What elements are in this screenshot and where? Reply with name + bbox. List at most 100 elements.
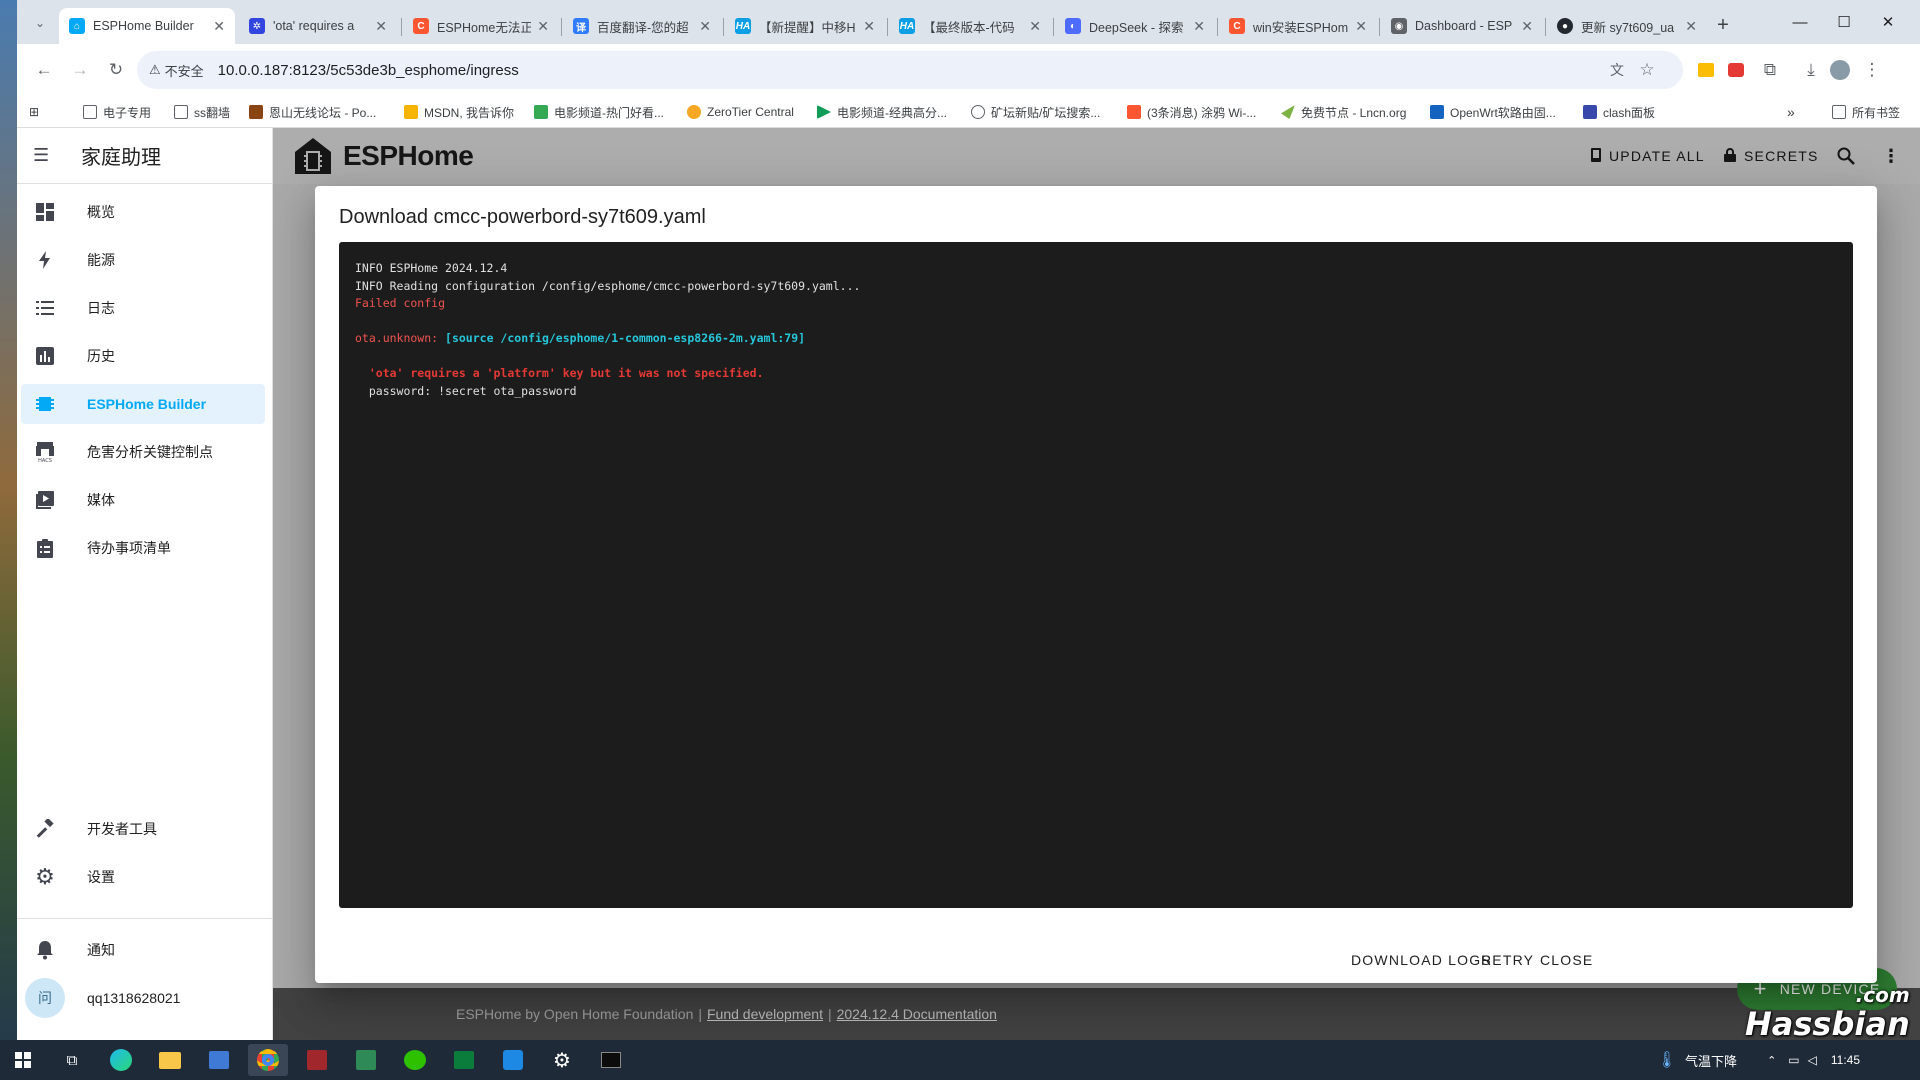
minimize-button[interactable]: — [1778, 8, 1822, 36]
tray-chevron-icon[interactable]: ⌃ [1767, 1054, 1776, 1067]
file-explorer-icon[interactable] [150, 1044, 190, 1076]
edge-browser-icon[interactable] [101, 1044, 141, 1076]
volume-icon[interactable]: ◁ [1808, 1053, 1817, 1067]
network-tool-icon[interactable] [346, 1044, 386, 1076]
tab-github[interactable]: ● 更新 sy7t609_ua ✕ [1547, 8, 1707, 44]
close-tab-icon[interactable]: ✕ [699, 18, 711, 35]
bookmark-link[interactable]: 电影频道-热门好看... [534, 102, 664, 122]
sidebar-item-hacs[interactable]: HACS 危害分析关键控制点 [21, 432, 265, 472]
sidebar-item-settings[interactable]: ⚙ 设置 [21, 857, 265, 897]
close-tab-icon[interactable]: ✕ [1029, 18, 1041, 35]
fund-development-link[interactable]: Fund development [707, 1006, 823, 1022]
sidebar-item-profile[interactable]: 问 qq1318628021 [21, 974, 265, 1022]
maximize-button[interactable]: ☐ [1822, 8, 1866, 36]
close-tab-icon[interactable]: ✕ [1355, 18, 1367, 35]
sidebar-item-esphome-builder[interactable]: ESPHome Builder [21, 384, 265, 424]
sidebar-item-notifications[interactable]: 通知 [21, 930, 265, 970]
new-tab-button[interactable]: + [1710, 12, 1736, 38]
weather-text[interactable]: 气温下降 [1685, 1051, 1737, 1070]
log-line: password: !secret ota_password [355, 383, 577, 398]
tab-ha-forum-1[interactable]: HA 【新提醒】中移H ✕ [725, 8, 885, 44]
tab-baidu-translate[interactable]: 译 百度翻译-您的超 ✕ [563, 8, 721, 44]
tab-title: 【新提醒】中移H [759, 20, 856, 35]
bookmark-link[interactable]: MSDN, 我告诉你 [404, 102, 514, 122]
bookmark-star-icon[interactable]: ☆ [1634, 57, 1660, 83]
tab-deepseek[interactable]: ◐ DeepSeek - 探索 ✕ [1055, 8, 1215, 44]
close-tab-icon[interactable]: ✕ [1193, 18, 1205, 35]
all-bookmarks-folder[interactable]: 所有书签 [1832, 102, 1900, 122]
tab-ota-requires[interactable]: ✲ 'ota' requires a ✕ [239, 8, 397, 44]
extension-badge-icon[interactable] [1693, 57, 1719, 83]
sidebar-item-history[interactable]: 历史 [21, 336, 265, 376]
bookmark-link[interactable]: 电影频道-经典高分... [817, 102, 947, 122]
sidebar-item-developer-tools[interactable]: 开发者工具 [21, 809, 265, 849]
wechat-icon[interactable] [395, 1044, 435, 1076]
tab-dashboard-esp[interactable]: ◉ Dashboard - ESP ✕ [1381, 8, 1543, 44]
sidebar-item-logbook[interactable]: 日志 [21, 288, 265, 328]
extension-red-icon[interactable] [1723, 57, 1749, 83]
reload-button[interactable]: ↻ [103, 57, 129, 83]
chrome-icon[interactable] [248, 1044, 288, 1076]
tab-search-chevron-icon[interactable]: ⌄ [27, 10, 53, 36]
security-indicator[interactable]: ⚠ 不安全 [149, 61, 204, 80]
terminal-green-icon[interactable] [444, 1044, 484, 1076]
sidebar-item-media[interactable]: 媒体 [21, 480, 265, 520]
winrar-icon[interactable] [297, 1044, 337, 1076]
sidebar-item-overview[interactable]: 概览 [21, 192, 265, 232]
task-view-icon[interactable]: ⧉ [52, 1044, 92, 1076]
download-icon[interactable]: ⤓ [1798, 57, 1824, 83]
apps-grid-icon[interactable]: ⊞ [29, 102, 39, 122]
csdn-icon [1127, 105, 1141, 119]
close-tab-icon[interactable]: ✕ [1521, 18, 1533, 35]
close-tab-icon[interactable]: ✕ [213, 18, 225, 35]
tab-ha-forum-2[interactable]: HA 【最终版本-代码 ✕ [889, 8, 1051, 44]
bookmark-link[interactable]: (3条消息) 涂鸦 Wi-... [1127, 102, 1256, 122]
bookmark-folder[interactable]: ss翻墙 [174, 102, 230, 122]
clock-time[interactable]: 11:45 [1831, 1053, 1860, 1067]
browser-menu-icon[interactable]: ⋮ [1859, 57, 1885, 83]
download-dialog: Download cmcc-powerbord-sy7t609.yaml INF… [315, 186, 1877, 983]
tab-win-install-esphome[interactable]: C win安装ESPHom ✕ [1219, 8, 1377, 44]
retry-button[interactable]: RETRY [1481, 946, 1534, 974]
translate-page-icon[interactable]: 文 [1604, 57, 1630, 83]
close-tab-icon[interactable]: ✕ [863, 18, 875, 35]
remote-desktop-icon[interactable] [199, 1044, 239, 1076]
more-bookmarks-chevron-icon[interactable]: » [1787, 102, 1795, 122]
tab-title: Dashboard - ESP [1415, 19, 1513, 33]
close-window-button[interactable]: ✕ [1866, 8, 1910, 36]
settings-gear-icon[interactable]: ⚙ [542, 1044, 582, 1076]
folder-icon [174, 105, 188, 119]
tab-esphome-csdn[interactable]: C ESPHome无法正 ✕ [403, 8, 559, 44]
start-windows-icon[interactable] [3, 1044, 43, 1076]
bookmark-link[interactable]: 免费节点 - Lncn.org [1281, 102, 1406, 122]
bookmark-link[interactable]: 矿坛新贴/矿坛搜索... [971, 102, 1100, 122]
bookmark-link[interactable]: OpenWrt软路由固... [1430, 102, 1556, 122]
footer-separator: | [698, 1006, 702, 1022]
command-prompt-icon[interactable] [591, 1044, 631, 1076]
sidebar-item-todo[interactable]: 待办事项清单 [21, 528, 265, 568]
bookmark-link[interactable]: 恩山无线论坛 - Po... [249, 102, 376, 122]
documentation-link[interactable]: 2024.12.4 Documentation [837, 1006, 997, 1022]
bookmark-link[interactable]: clash面板 [1583, 102, 1655, 122]
vscode-icon[interactable] [493, 1044, 533, 1076]
address-bar[interactable]: ⚠ 不安全 10.0.0.187:8123/5c53de3b_esphome/in… [137, 51, 1683, 89]
close-tab-icon[interactable]: ✕ [375, 18, 387, 35]
sidebar-item-label: 开发者工具 [87, 821, 157, 837]
close-tab-icon[interactable]: ✕ [1685, 18, 1697, 35]
windows-taskbar: ⧉ ⚙ 🌡 气温下降 ⌃ ▭ ◁ 11:45 [0, 1040, 1920, 1080]
download-logs-button[interactable]: DOWNLOAD LOGS [1351, 946, 1492, 974]
tab-esphome-builder[interactable]: ⌂ ESPHome Builder ✕ [59, 8, 235, 44]
close-tab-icon[interactable]: ✕ [537, 18, 549, 35]
menu-collapse-icon[interactable]: ☰ [33, 145, 57, 166]
sidebar-item-energy[interactable]: 能源 [21, 240, 265, 280]
profile-avatar-icon[interactable] [1827, 57, 1853, 83]
network-icon[interactable]: ▭ [1788, 1053, 1799, 1067]
tab-divider [561, 18, 562, 36]
bookmark-link[interactable]: ZeroTier Central [687, 102, 794, 122]
bookmark-folder[interactable]: 电子专用 [83, 102, 151, 122]
close-button[interactable]: CLOSE [1540, 946, 1593, 974]
footer-separator: | [827, 1006, 832, 1022]
forward-button[interactable]: → [67, 57, 93, 83]
back-button[interactable]: ← [31, 57, 57, 83]
extensions-puzzle-icon[interactable]: ⧉ [1757, 57, 1783, 83]
